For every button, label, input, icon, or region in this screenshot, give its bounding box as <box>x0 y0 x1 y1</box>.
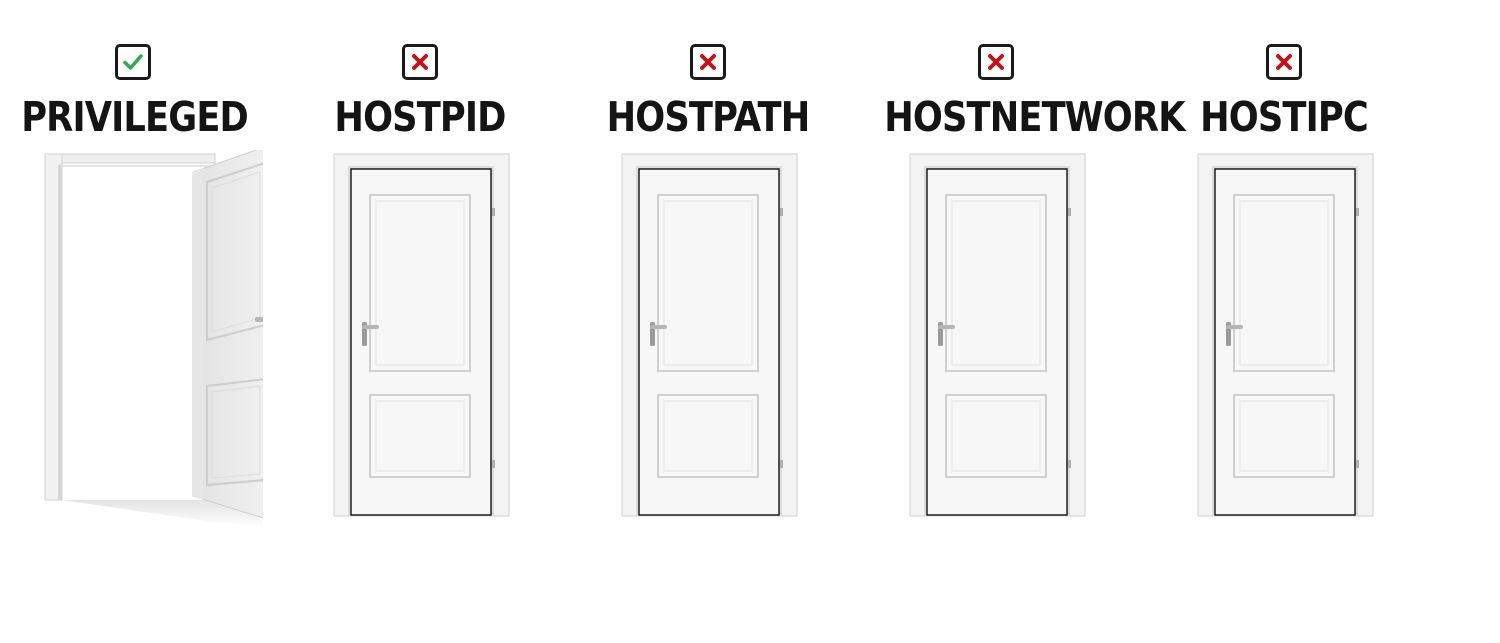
check-icon <box>115 44 151 80</box>
door-diagram: PRIVILEGED HOSTPID HOSTPATH HOSTNETWORK … <box>0 0 1500 643</box>
option-hostnetwork: HOSTNETWORK <box>866 0 1186 560</box>
option-label-privileged: PRIVILEGED <box>21 93 249 141</box>
option-hostipc: HOSTIPC <box>1154 0 1414 560</box>
closed-door <box>1154 150 1414 530</box>
closed-door <box>578 150 838 530</box>
option-hostpid: HOSTPID <box>290 0 550 560</box>
cross-icon <box>690 44 726 80</box>
cross-icon <box>402 44 438 80</box>
option-label-hostpath: HOSTPATH <box>606 93 811 141</box>
option-hostpath: HOSTPATH <box>578 0 838 560</box>
option-privileged: PRIVILEGED <box>3 0 263 560</box>
cross-icon <box>1266 44 1302 80</box>
cross-icon <box>978 44 1014 80</box>
option-label-hostipc: HOSTIPC <box>1200 93 1369 141</box>
option-label-hostnetwork: HOSTNETWORK <box>884 93 1185 141</box>
closed-door <box>290 150 550 530</box>
open-door <box>3 150 263 530</box>
option-label-hostpid: HOSTPID <box>334 93 506 141</box>
closed-door <box>866 150 1126 530</box>
